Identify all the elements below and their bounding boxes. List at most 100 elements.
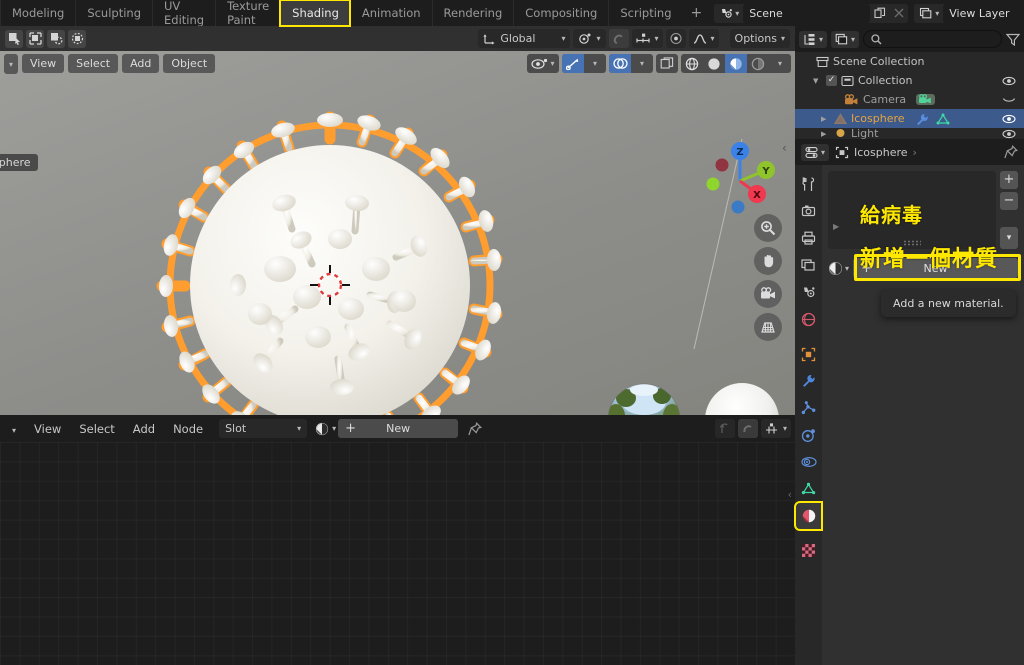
lasso-select-icon[interactable] (68, 29, 86, 48)
shader-editor-canvas[interactable]: ‹ (0, 442, 795, 665)
magnet-icon[interactable] (608, 29, 629, 48)
pivot-point-dropdown[interactable]: ▾ (573, 29, 606, 48)
shader-menu-node[interactable]: Node (165, 419, 211, 439)
properties-tab-tool[interactable] (796, 171, 821, 197)
properties-tab-view-layer[interactable] (796, 252, 821, 278)
shader-menu-select[interactable]: Select (71, 419, 122, 439)
slot-expand-triangle-icon[interactable]: ▶ (833, 222, 839, 231)
tweak-select-icon[interactable] (5, 29, 23, 48)
shading-dropdown[interactable]: ▾ (769, 54, 791, 73)
outliner-row-scene-collection[interactable]: Scene Collection (795, 52, 1024, 71)
viewport-menu-view[interactable]: View (22, 54, 65, 73)
viewport-menu-object[interactable]: Object (163, 54, 216, 73)
gizmo-dropdown[interactable]: ▾ (584, 54, 606, 73)
node-snap-icon[interactable] (737, 419, 758, 438)
shader-new-material-button[interactable]: + New (338, 419, 459, 438)
collection-checkbox[interactable]: ✓ (826, 75, 837, 86)
shader-material-browse[interactable]: ▾ (315, 422, 336, 436)
toggle-xray-icon[interactable] (656, 54, 678, 73)
view-layer-selector[interactable]: ▾ View Layer (914, 3, 1024, 23)
properties-tab-render[interactable] (796, 198, 821, 224)
properties-tab-world[interactable] (796, 306, 821, 332)
material-preview-shading-icon[interactable] (725, 54, 747, 73)
options-dropdown[interactable]: Options ▾ (729, 29, 790, 48)
viewport-menu-select[interactable]: Select (68, 54, 119, 73)
object-visibility-icon[interactable]: ▾ (527, 54, 559, 73)
3d-viewport[interactable]: Icosphere ▾ View Select Add Object ▾ ▾ (0, 51, 795, 415)
pan-hand-icon[interactable] (754, 247, 782, 275)
properties-tab-output[interactable] (796, 225, 821, 251)
new-scene-copy-button[interactable] (870, 4, 889, 23)
viewport-sidebar-toggle[interactable]: ‹ (782, 141, 787, 155)
workspace-tab-uv-editing[interactable]: UV Editing (152, 0, 215, 27)
workspace-tab-texture-paint[interactable]: Texture Paint (215, 0, 280, 27)
properties-tab-object[interactable] (796, 341, 821, 367)
shader-sidebar-toggle[interactable]: ‹ (788, 488, 792, 501)
solid-shading-icon[interactable] (703, 54, 725, 73)
outliner-row-collection[interactable]: ▼ ✓ Collection (795, 71, 1024, 90)
visibility-eye-icon[interactable] (1002, 114, 1016, 124)
visibility-eye-closed-icon[interactable] (1002, 95, 1016, 105)
rendered-shading-icon[interactable] (747, 54, 769, 73)
overlays-dropdown[interactable]: ▾ (631, 54, 653, 73)
properties-tab-modifier[interactable] (796, 368, 821, 394)
workspace-tab-sculpting[interactable]: Sculpting (75, 0, 152, 26)
delete-scene-button[interactable] (889, 4, 908, 23)
node-snap-target-dropdown[interactable]: ▾ (760, 419, 791, 438)
properties-editor-icon[interactable]: ▾ (801, 143, 830, 161)
disclosure-triangle-icon[interactable]: ▶ (821, 115, 830, 123)
properties-tab-data[interactable] (796, 476, 821, 502)
coronavirus-model[interactable] (152, 109, 508, 415)
circle-select-icon[interactable] (47, 29, 65, 48)
properties-tab-constraints[interactable] (796, 449, 821, 475)
scene-selector[interactable]: ▾ Scene (714, 3, 909, 23)
view-layer-icon[interactable]: ▾ (914, 3, 944, 23)
shader-slot-dropdown[interactable]: Slot ▾ (219, 419, 308, 438)
properties-tab-particles[interactable] (796, 395, 821, 421)
modifier-wrench-icon[interactable] (915, 113, 929, 125)
snap-to-dropdown[interactable]: ▾ (631, 29, 663, 48)
camera-object-data-icon[interactable] (916, 94, 936, 105)
add-material-slot-button[interactable]: + (1000, 171, 1018, 189)
properties-tab-physics[interactable] (796, 422, 821, 448)
pin-id-icon[interactable] (1004, 145, 1018, 159)
pin-icon[interactable] (468, 421, 483, 436)
editor-type-icon[interactable]: ▾ (4, 53, 19, 74)
outliner-display-mode-icon[interactable]: ▾ (799, 30, 828, 48)
overlays-icon[interactable] (609, 54, 631, 73)
shader-menu-add[interactable]: Add (125, 419, 163, 439)
workspace-tab-shading[interactable]: Shading (279, 0, 351, 27)
camera-view-icon[interactable] (754, 280, 782, 308)
mesh-data-icon[interactable] (936, 113, 950, 125)
shader-editor-type-icon[interactable]: ▾ (4, 419, 24, 439)
workspace-tab-modeling[interactable]: Modeling (0, 0, 75, 26)
toggle-orthographic-icon[interactable] (754, 313, 782, 341)
filter-id-icon[interactable]: ▾ (831, 30, 860, 48)
scene-icon[interactable]: ▾ (714, 3, 744, 23)
outliner-row-light[interactable]: ▶ Light (795, 128, 1024, 139)
visibility-eye-icon[interactable] (1002, 129, 1016, 139)
transform-orientation-dropdown[interactable]: Global ▾ (478, 29, 571, 48)
zoom-icon[interactable] (754, 214, 782, 242)
workspace-tab-rendering[interactable]: Rendering (431, 0, 514, 26)
falloff-dropdown[interactable]: ▾ (688, 29, 719, 48)
disclosure-triangle-icon[interactable]: ▼ (813, 77, 822, 85)
outliner-row-icosphere[interactable]: ▶ Icosphere (795, 109, 1024, 128)
wireframe-shading-icon[interactable] (681, 54, 703, 73)
remove-material-slot-button[interactable]: − (1000, 192, 1018, 210)
workspace-tab-animation[interactable]: Animation (349, 0, 432, 26)
material-browse-dropdown[interactable]: ▾ (828, 258, 849, 278)
breadcrumb-label[interactable]: Icosphere (854, 146, 908, 159)
visibility-eye-icon[interactable] (1002, 76, 1016, 86)
add-workspace-button[interactable]: + (683, 5, 711, 21)
outliner-search-input[interactable] (863, 30, 1002, 48)
viewport-menu-add[interactable]: Add (122, 54, 160, 73)
workspace-tab-compositing[interactable]: Compositing (513, 0, 608, 26)
properties-tab-material[interactable] (794, 501, 823, 531)
viewport-axis-gizmo[interactable]: Z Y X (700, 139, 780, 214)
proportional-edit-icon[interactable] (665, 29, 686, 48)
view-layer-name-field[interactable]: View Layer (943, 3, 1024, 23)
disclosure-triangle-icon[interactable]: ▶ (821, 130, 830, 138)
funnel-filter-icon[interactable] (1006, 33, 1020, 46)
parent-node-icon[interactable] (714, 419, 735, 438)
